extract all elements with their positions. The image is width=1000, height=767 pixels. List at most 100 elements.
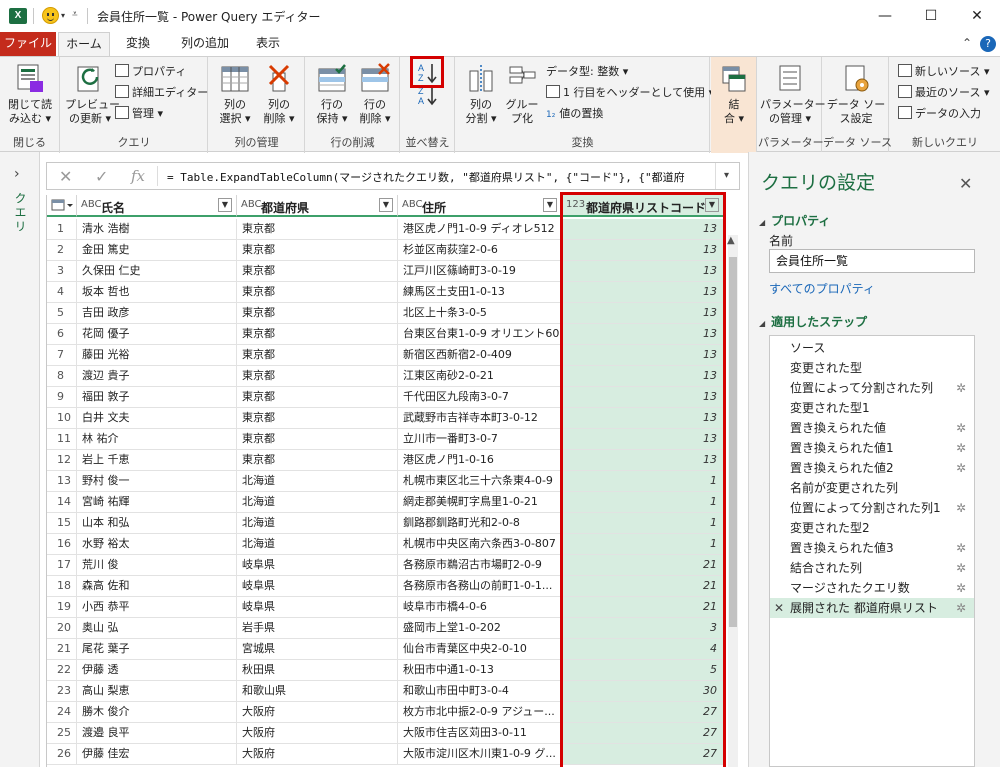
row-number[interactable]: 8	[47, 366, 77, 387]
group-by-button[interactable]: グルー プ化	[502, 63, 542, 126]
applied-step[interactable]: 置き換えられた値3 ✲	[770, 538, 974, 558]
prefecture-cell[interactable]: 岐阜県	[237, 555, 398, 576]
name-cell[interactable]: 勝木 俊介	[77, 702, 237, 723]
address-cell[interactable]: 枚方市北中振2-0-9 アジュー...	[398, 702, 562, 723]
combine-button[interactable]: 結 合 ▾	[715, 63, 753, 126]
properties-button[interactable]: プロパティ	[115, 63, 186, 81]
prefecture-cell[interactable]: 北海道	[237, 471, 398, 492]
row-number[interactable]: 25	[47, 723, 77, 744]
column-type-icon[interactable]: ABC	[81, 199, 102, 210]
name-cell[interactable]: 坂本 哲也	[77, 282, 237, 303]
manage-button[interactable]: 管理 ▾	[115, 105, 163, 123]
row-number[interactable]: 26	[47, 744, 77, 765]
applied-step[interactable]: 置き換えられた値2 ✲	[770, 458, 974, 478]
step-settings-gear-icon[interactable]: ✲	[956, 598, 966, 618]
row-number[interactable]: 10	[47, 408, 77, 429]
address-cell[interactable]: 札幌市東区北三十六条東4-0-9	[398, 471, 562, 492]
applied-step[interactable]: 結合された列 ✲	[770, 558, 974, 578]
quick-access-customize-icon[interactable]: ⩡	[72, 9, 78, 20]
step-settings-gear-icon[interactable]: ✲	[956, 438, 966, 458]
prefecture-cell[interactable]: 岐阜県	[237, 576, 398, 597]
row-number[interactable]: 4	[47, 282, 77, 303]
tab-file[interactable]: ファイル	[0, 32, 56, 56]
name-cell[interactable]: 金田 篤史	[77, 240, 237, 261]
data-type-dropdown[interactable]: データ型: 整数 ▾	[546, 63, 628, 81]
close-query-settings-icon[interactable]: ✕	[959, 174, 972, 193]
applied-step[interactable]: 位置によって分割された列1 ✲	[770, 498, 974, 518]
prefecture-cell[interactable]: 和歌山県	[237, 681, 398, 702]
ribbon-collapse-icon[interactable]: ⌃	[962, 36, 972, 50]
row-number[interactable]: 24	[47, 702, 77, 723]
name-cell[interactable]: 伊藤 佳宏	[77, 744, 237, 765]
name-cell[interactable]: 森高 佐和	[77, 576, 237, 597]
prefecture-cell[interactable]: 岩手県	[237, 618, 398, 639]
name-cell[interactable]: 野村 俊一	[77, 471, 237, 492]
minimize-button[interactable]: —	[862, 0, 908, 32]
row-number[interactable]: 1	[47, 219, 77, 240]
prefecture-cell[interactable]: 東京都	[237, 366, 398, 387]
applied-step[interactable]: マージされたクエリ数 ✲	[770, 578, 974, 598]
address-cell[interactable]: 各務原市各務山の前町1-0-1...	[398, 576, 562, 597]
column-filter-dropdown-icon[interactable]: ▼	[379, 198, 393, 212]
manage-parameters-button[interactable]: パラメーター の管理 ▾	[760, 63, 826, 126]
prefecture-cell[interactable]: 東京都	[237, 387, 398, 408]
name-cell[interactable]: 林 祐介	[77, 429, 237, 450]
address-cell[interactable]: 盛岡市上堂1-0-202	[398, 618, 562, 639]
name-cell[interactable]: 尾花 葉子	[77, 639, 237, 660]
row-number[interactable]: 12	[47, 450, 77, 471]
row-number[interactable]: 18	[47, 576, 77, 597]
split-column-button[interactable]: 列の 分割 ▾	[460, 63, 502, 126]
choose-columns-button[interactable]: 列の 選択 ▾	[215, 63, 255, 126]
prefecture-cell[interactable]: 東京都	[237, 282, 398, 303]
name-cell[interactable]: 福田 敦子	[77, 387, 237, 408]
fx-icon[interactable]: fx	[131, 167, 145, 185]
address-cell[interactable]: 秋田市中通1-0-13	[398, 660, 562, 681]
remove-columns-button[interactable]: 列の 削除 ▾	[259, 63, 299, 126]
column-header-name[interactable]: ABC 氏名 ▼	[77, 195, 237, 217]
row-number[interactable]: 2	[47, 240, 77, 261]
address-cell[interactable]: 大阪市住吉区苅田3-0-11	[398, 723, 562, 744]
scrollbar-thumb[interactable]	[729, 257, 737, 627]
keep-rows-button[interactable]: 行の 保持 ▾	[311, 63, 353, 126]
tab-transform[interactable]: 変換	[116, 32, 160, 56]
address-cell[interactable]: 新宿区西新宿2-0-409	[398, 345, 562, 366]
name-cell[interactable]: 宮崎 祐輝	[77, 492, 237, 513]
prefecture-cell[interactable]: 秋田県	[237, 660, 398, 681]
step-settings-gear-icon[interactable]: ✲	[956, 538, 966, 558]
delete-step-icon[interactable]: ✕	[774, 598, 784, 618]
refresh-preview-button[interactable]: プレビュー の更新 ▾	[65, 63, 120, 126]
prefecture-cell[interactable]: 東京都	[237, 219, 398, 240]
row-number[interactable]: 15	[47, 513, 77, 534]
applied-step[interactable]: 変更された型1	[770, 398, 974, 418]
close-and-load-button[interactable]: 閉じて読 み込む ▾	[4, 63, 56, 126]
use-first-row-as-header-button[interactable]: 1 行目をヘッダーとして使用 ▾	[546, 84, 714, 102]
row-number[interactable]: 17	[47, 555, 77, 576]
row-number[interactable]: 5	[47, 303, 77, 324]
row-number[interactable]: 22	[47, 660, 77, 681]
applied-steps-section-header[interactable]: 適用したステップ	[759, 313, 867, 330]
prefecture-cell[interactable]: 宮城県	[237, 639, 398, 660]
address-cell[interactable]: 江東区南砂2-0-21	[398, 366, 562, 387]
applied-step[interactable]: ソース	[770, 338, 974, 358]
step-settings-gear-icon[interactable]: ✲	[956, 498, 966, 518]
name-cell[interactable]: 水野 裕太	[77, 534, 237, 555]
column-type-icon[interactable]: ABC	[402, 199, 423, 210]
data-source-settings-button[interactable]: データ ソー ス設定	[825, 63, 887, 126]
row-number[interactable]: 20	[47, 618, 77, 639]
name-cell[interactable]: 荒川 俊	[77, 555, 237, 576]
row-number[interactable]: 7	[47, 345, 77, 366]
address-cell[interactable]: 大阪市淀川区木川東1-0-9 グ...	[398, 744, 562, 765]
name-cell[interactable]: 渡邉 良平	[77, 723, 237, 744]
row-number[interactable]: 21	[47, 639, 77, 660]
replace-values-button[interactable]: 1₂ 値の置換	[546, 105, 603, 123]
name-cell[interactable]: 伊藤 透	[77, 660, 237, 681]
prefecture-cell[interactable]: 大阪府	[237, 744, 398, 765]
address-cell[interactable]: 網走郡美幌町字鳥里1-0-21	[398, 492, 562, 513]
select-all-header[interactable]	[47, 195, 77, 217]
name-cell[interactable]: 久保田 仁史	[77, 261, 237, 282]
queries-pane-label[interactable]: クエリ	[12, 192, 29, 234]
close-window-button[interactable]: ✕	[954, 0, 1000, 32]
properties-section-header[interactable]: プロパティ	[759, 212, 830, 229]
column-header-prefecture[interactable]: ABC 都道府県 ▼	[237, 195, 398, 217]
remove-rows-button[interactable]: 行の 削除 ▾	[354, 63, 396, 126]
